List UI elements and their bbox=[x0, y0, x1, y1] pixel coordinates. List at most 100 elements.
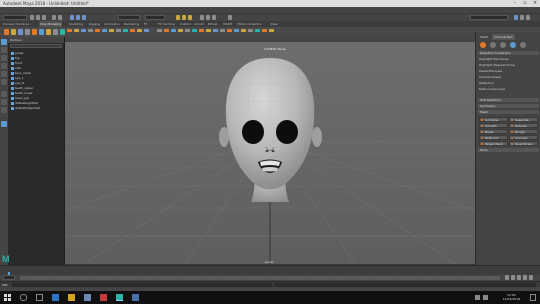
app-icon-blue[interactable] bbox=[132, 294, 139, 301]
outliner-item[interactable]: teeth_lower bbox=[11, 91, 33, 95]
toolkit-button[interactable]: Separate bbox=[509, 117, 538, 122]
toolkit-option[interactable]: Highlight Nearest Comp. bbox=[479, 64, 516, 67]
maya-taskbar-icon[interactable] bbox=[116, 294, 123, 301]
time-slider[interactable] bbox=[0, 265, 540, 280]
undo-icon[interactable] bbox=[52, 15, 56, 20]
attribute-editor-toggle-icon[interactable] bbox=[520, 15, 524, 20]
toolkit-option[interactable]: Multi-Component bbox=[479, 88, 505, 91]
outliner-item[interactable]: defaultLightSet bbox=[11, 101, 38, 105]
outliner-item[interactable]: top bbox=[11, 56, 20, 60]
section-soft-select[interactable]: Soft Selection bbox=[478, 98, 539, 102]
shelf-tool-icon[interactable] bbox=[4, 29, 9, 35]
lasso-tool-icon[interactable] bbox=[1, 47, 7, 53]
select-tool-icon[interactable] bbox=[1, 39, 7, 45]
search-icon[interactable] bbox=[20, 294, 27, 301]
face-mode-icon[interactable] bbox=[510, 42, 516, 48]
edge-mode-icon[interactable] bbox=[500, 42, 506, 48]
minimize-icon[interactable]: – bbox=[510, 0, 520, 7]
shelf-tool-icon[interactable] bbox=[39, 29, 44, 35]
toolkit-button[interactable]: Target Weld bbox=[479, 141, 508, 146]
layout-preset-icon[interactable] bbox=[1, 121, 7, 127]
section-symmetry[interactable]: Symmetry bbox=[478, 104, 539, 108]
store-icon[interactable] bbox=[84, 294, 91, 301]
render-settings-icon[interactable] bbox=[212, 15, 216, 20]
select-component-icon[interactable] bbox=[82, 15, 86, 20]
outliner-item[interactable]: front bbox=[11, 61, 22, 65]
rotate-tool-icon[interactable] bbox=[1, 71, 7, 77]
outliner-item[interactable]: eye_L bbox=[11, 76, 24, 80]
shelf-tool-icon[interactable] bbox=[11, 29, 16, 35]
move-tool-icon[interactable] bbox=[1, 63, 7, 69]
toolkit-button[interactable]: Bevel bbox=[479, 129, 508, 134]
paint-select-icon[interactable] bbox=[1, 55, 7, 61]
toolkit-option[interactable]: Camera-based bbox=[479, 76, 501, 79]
toolkit-button[interactable]: Connect bbox=[509, 135, 538, 140]
outliner-item[interactable]: side bbox=[11, 66, 21, 70]
outliner-item[interactable]: persp bbox=[11, 51, 23, 55]
task-view-icon[interactable] bbox=[36, 294, 43, 301]
shelf-tool-icon[interactable] bbox=[46, 29, 51, 35]
redo-icon[interactable] bbox=[58, 15, 62, 20]
close-icon[interactable]: × bbox=[530, 0, 540, 7]
viewport-persp[interactable]: CAMERA Persp persp bbox=[65, 42, 475, 264]
app-icon-red[interactable] bbox=[100, 294, 107, 301]
save-scene-icon[interactable] bbox=[42, 15, 46, 20]
open-scene-icon[interactable] bbox=[36, 15, 40, 20]
play-back-icon[interactable] bbox=[505, 275, 509, 280]
step-forward-icon[interactable] bbox=[517, 275, 521, 280]
uv-mode-icon[interactable] bbox=[520, 42, 526, 48]
network-icon[interactable] bbox=[475, 295, 480, 300]
outliner-item[interactable]: head_grp bbox=[11, 96, 29, 100]
workspace-dropdown[interactable] bbox=[470, 15, 508, 20]
toolkit-option[interactable]: Reflection bbox=[479, 82, 494, 85]
toolkit-option[interactable]: Tweak/Marquee bbox=[479, 70, 502, 73]
tool-settings-toggle-icon[interactable] bbox=[526, 15, 530, 20]
file-explorer-icon[interactable] bbox=[68, 294, 75, 301]
hypershade-icon[interactable] bbox=[228, 15, 232, 20]
object-mode-icon[interactable] bbox=[480, 42, 486, 48]
maximize-icon[interactable]: ▫ bbox=[520, 0, 530, 7]
input-field[interactable] bbox=[145, 15, 165, 20]
section-mesh[interactable]: Mesh bbox=[478, 110, 539, 114]
volume-icon[interactable] bbox=[483, 295, 488, 300]
toolkit-option[interactable]: Highlight Backfaces bbox=[479, 58, 509, 61]
shelf-tool-icon[interactable] bbox=[25, 29, 30, 35]
outliner-item[interactable]: eye_R bbox=[11, 81, 24, 85]
toolkit-button[interactable]: Quad Draw bbox=[509, 141, 538, 146]
toolkit-button[interactable]: Combine bbox=[479, 117, 508, 122]
new-scene-icon[interactable] bbox=[30, 15, 34, 20]
outliner-item[interactable]: defaultObjectSet bbox=[11, 106, 40, 110]
selection-mask-field[interactable] bbox=[118, 15, 140, 20]
scale-tool-icon[interactable] bbox=[1, 79, 7, 85]
snap-curve-icon[interactable] bbox=[182, 15, 186, 20]
notifications-icon[interactable] bbox=[530, 294, 536, 301]
select-hierarchy-icon[interactable] bbox=[70, 15, 74, 20]
tab-channel-box[interactable]: Channel Box bbox=[492, 34, 515, 40]
snap-point-icon[interactable] bbox=[188, 15, 192, 20]
auto-key-icon[interactable] bbox=[529, 275, 533, 280]
toolkit-button[interactable]: Extrude bbox=[509, 123, 538, 128]
range-start-field[interactable] bbox=[3, 275, 15, 280]
outliner-search-input[interactable] bbox=[10, 44, 62, 48]
toolkit-button[interactable]: Bridge bbox=[509, 129, 538, 134]
taskbar-clock[interactable]: 12:00 11/05/2018 bbox=[503, 293, 520, 301]
edge-browser-icon[interactable] bbox=[52, 294, 59, 301]
loop-icon[interactable] bbox=[523, 275, 527, 280]
section-selection[interactable]: Selection Constraint bbox=[478, 51, 539, 55]
single-view-icon[interactable] bbox=[1, 91, 7, 97]
section-tools[interactable]: Tools bbox=[478, 148, 539, 152]
menu-set-dropdown[interactable] bbox=[3, 15, 27, 20]
tab-shelf[interactable]: Shelf bbox=[478, 34, 490, 40]
select-object-icon[interactable] bbox=[76, 15, 80, 20]
shelf-tool-icon[interactable] bbox=[18, 29, 23, 35]
play-forward-icon[interactable] bbox=[511, 275, 515, 280]
outliner-layout-icon[interactable] bbox=[1, 107, 7, 113]
channel-box-toggle-icon[interactable] bbox=[514, 15, 518, 20]
snap-grid-icon[interactable] bbox=[176, 15, 180, 20]
range-bar[interactable] bbox=[20, 276, 500, 280]
render-icon[interactable] bbox=[200, 15, 204, 20]
four-view-icon[interactable] bbox=[1, 99, 7, 105]
outliner-item[interactable]: teeth_upper bbox=[11, 86, 33, 90]
ipr-render-icon[interactable] bbox=[206, 15, 210, 20]
toolkit-button[interactable]: Multi-Cut bbox=[479, 135, 508, 140]
